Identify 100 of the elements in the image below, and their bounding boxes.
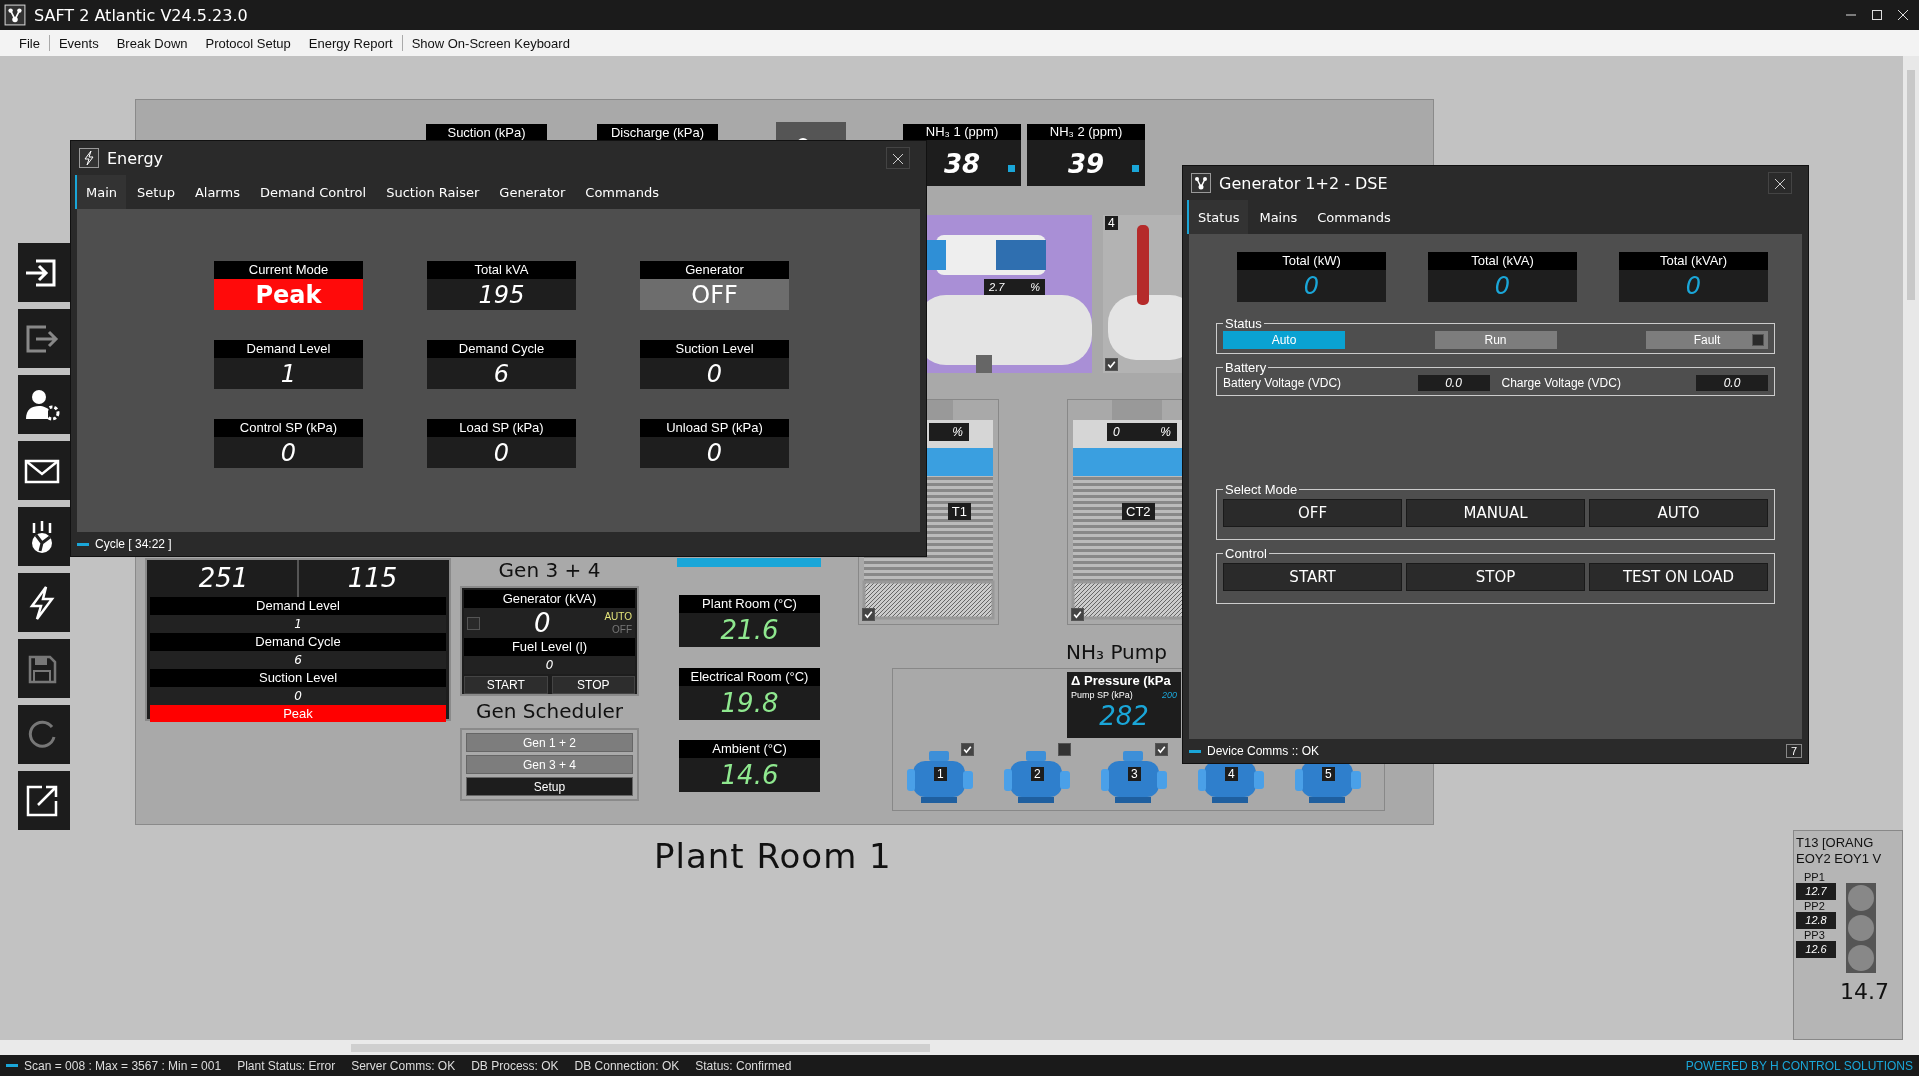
command-button[interactable]: STOP — [1406, 563, 1585, 591]
command-button[interactable]: TEST ON LOAD — [1589, 563, 1768, 591]
scrollbar-thumb[interactable] — [1907, 70, 1915, 300]
mode-button[interactable]: OFF — [1223, 499, 1402, 527]
pump-number: 2 — [1031, 767, 1044, 781]
sensor-value: 38 — [943, 148, 981, 181]
readout-label: Δ Pressure (kPa — [1071, 672, 1172, 690]
field-label: Charge Voltage (VDC) — [1501, 376, 1622, 390]
menu-item[interactable]: Show On-Screen Keyboard — [402, 33, 579, 53]
schedule-button[interactable]: Gen 3 + 4 — [466, 755, 633, 774]
readout-label: Suction Level — [640, 340, 789, 358]
menu-item[interactable]: File — [10, 33, 49, 53]
readout-label: Electrical Room (°C) — [679, 668, 820, 686]
group-title: Select Mode — [1224, 482, 1299, 497]
command-button[interactable]: START — [1223, 563, 1402, 591]
checkbox[interactable] — [1105, 358, 1118, 371]
mode-button[interactable]: MANUAL — [1406, 499, 1585, 527]
tab[interactable]: Commands — [1306, 200, 1400, 234]
checkbox[interactable] — [961, 743, 974, 756]
horizontal-scrollbar[interactable] — [0, 1040, 1919, 1055]
close-button[interactable] — [886, 147, 910, 169]
app-logo-icon — [4, 4, 26, 26]
field-label: Battery Voltage (VDC) — [1223, 376, 1343, 390]
user-settings-button[interactable] — [18, 375, 70, 434]
checkbox[interactable] — [467, 616, 480, 630]
reading-value: 0 — [1113, 425, 1120, 439]
reading-unit: % — [1160, 425, 1171, 439]
command-button[interactable]: STOP — [551, 676, 635, 694]
unit-title: T13 [ORANG — [1796, 835, 1875, 851]
window-title: SAFT 2 Atlantic V24.5.23.0 — [34, 5, 248, 25]
tab[interactable]: Alarms — [183, 175, 249, 209]
external-link-button[interactable] — [18, 771, 70, 830]
unit-badge: 4 — [1105, 216, 1118, 230]
tab[interactable]: Suction Raiser — [375, 175, 489, 209]
close-button[interactable] — [1768, 172, 1792, 194]
vertical-scrollbar[interactable] — [1903, 56, 1919, 1040]
menu-item[interactable]: Protocol Setup — [196, 33, 300, 53]
mode-indicator: Peak — [150, 705, 446, 722]
readout-label: Total (kW) — [1237, 252, 1386, 270]
menu-item[interactable]: Events — [49, 33, 108, 53]
tab[interactable]: Generator — [488, 175, 575, 209]
readout-value: 195 — [477, 279, 526, 310]
menu-item[interactable]: Break Down — [107, 33, 197, 53]
readout-value: 6 — [150, 651, 446, 669]
checkbox[interactable] — [862, 608, 875, 621]
tab[interactable]: Setup — [126, 175, 184, 209]
readout-value: 0 — [492, 437, 511, 468]
pressure-value: 282 — [1098, 700, 1150, 732]
readout-value: 0 — [1493, 271, 1512, 302]
mode-button[interactable]: AUTO — [1589, 499, 1768, 527]
mode-label: AUTO — [604, 610, 632, 623]
readout-label: Total (kVAr) — [1619, 252, 1768, 270]
fan-button[interactable] — [18, 507, 70, 566]
lightning-button[interactable] — [18, 573, 70, 632]
readout-value: 0 — [705, 358, 724, 389]
checkbox[interactable] — [1155, 743, 1168, 756]
tab[interactable]: Mains — [1248, 200, 1307, 234]
mail-button[interactable] — [18, 441, 70, 500]
group-title: Status — [1224, 316, 1263, 331]
pump-number: 3 — [1128, 767, 1141, 781]
reading-value: 12.6 — [1796, 941, 1836, 958]
status-dash — [77, 542, 89, 546]
schedule-button[interactable]: Gen 1 + 2 — [466, 733, 633, 752]
readout-value: Peak — [214, 279, 363, 310]
readout-label: Generator — [640, 261, 789, 279]
schedule-button[interactable]: Setup — [466, 777, 633, 796]
tab[interactable]: Commands — [574, 175, 668, 209]
readout-label: Fuel Level (l) — [464, 638, 635, 656]
readout-label: Total kVA — [427, 261, 576, 279]
tab[interactable]: Demand Control — [248, 175, 376, 209]
voltage-value: 0.0 — [1696, 375, 1768, 391]
close-icon — [1774, 178, 1786, 190]
tower-label: CT2 — [1122, 503, 1155, 520]
setpoint-label: Pump SP (kPa) — [1071, 690, 1133, 700]
checkbox[interactable] — [1071, 608, 1084, 621]
logout-button[interactable] — [18, 309, 70, 368]
reading-value: 14.7 — [1839, 979, 1890, 1004]
refresh-button[interactable] — [18, 705, 70, 764]
tab[interactable]: Status — [1187, 200, 1249, 234]
scrollbar-thumb[interactable] — [351, 1044, 930, 1052]
fault-lamp-icon — [1752, 334, 1764, 346]
readout-value: 0 — [150, 687, 446, 705]
indicator-label: Fault — [1693, 333, 1721, 347]
status-text: DB Process: OK — [471, 1058, 559, 1073]
reading-label: PP2 — [1803, 900, 1826, 912]
command-button[interactable]: START — [464, 676, 548, 694]
pump-number: 1 — [934, 767, 947, 781]
sensor-label: NH₃ 2 (ppm) — [1027, 124, 1145, 140]
reading-label: PP3 — [1803, 929, 1826, 941]
menu-item[interactable]: Energy Report — [299, 33, 402, 53]
login-button[interactable] — [18, 243, 70, 302]
page-number: 7 — [1785, 744, 1802, 758]
readout-label: Current Mode — [214, 261, 363, 279]
readout-label: Suction Level — [150, 669, 446, 687]
checkbox[interactable] — [1058, 743, 1071, 756]
save-button[interactable] — [18, 639, 70, 698]
close-icon — [892, 153, 904, 165]
tower-label: T1 — [947, 503, 971, 520]
tab[interactable]: Main — [75, 175, 127, 209]
maximize-button[interactable] — [1871, 9, 1883, 21]
